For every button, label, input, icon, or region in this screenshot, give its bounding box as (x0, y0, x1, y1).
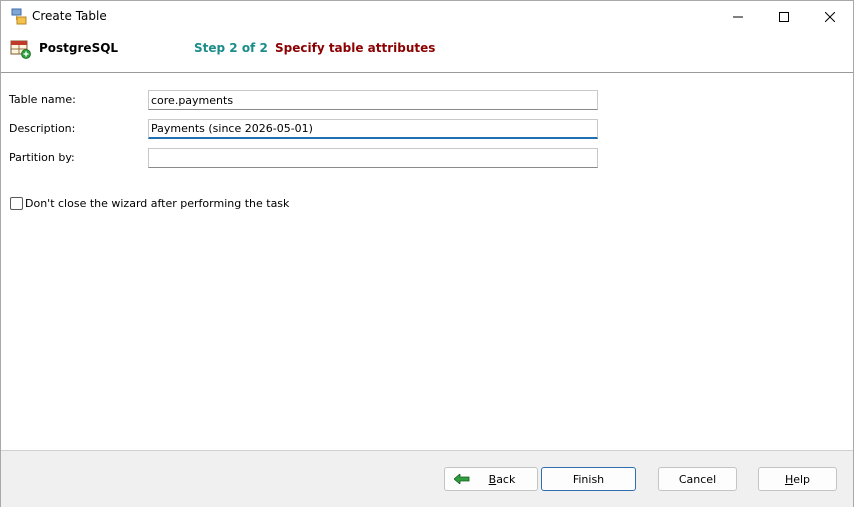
form-panel: Table name: Description: Partition by: D… (1, 73, 853, 450)
table-add-icon (10, 40, 31, 59)
step-title: Specify table attributes (275, 41, 436, 55)
step-indicator: Step 2 of 2 (194, 41, 268, 55)
create-table-app-icon (11, 8, 27, 25)
cancel-button[interactable]: Cancel (658, 467, 737, 491)
title-bar[interactable]: Create Table (1, 1, 853, 32)
finish-button-label: Finish (572, 472, 605, 486)
maximize-icon (779, 11, 789, 22)
keep-open-checkbox[interactable] (10, 197, 23, 210)
back-arrow-icon (454, 474, 470, 484)
table-name-input[interactable] (148, 90, 598, 110)
keep-open-option[interactable]: Don't close the wizard after performing … (10, 197, 289, 210)
partition-by-label: Partition by: (9, 151, 75, 164)
window-title: Create Table (32, 9, 107, 23)
help-button[interactable]: Help (758, 467, 837, 491)
keep-open-label[interactable]: Don't close the wizard after performing … (25, 197, 289, 210)
description-label: Description: (9, 122, 76, 135)
help-button-label: Help (784, 472, 811, 486)
minimize-icon (733, 16, 743, 17)
wizard-header: PostgreSQL Step 2 of 2 Specify table att… (1, 32, 853, 73)
close-button[interactable] (807, 1, 853, 32)
back-button-label: Back (488, 472, 516, 486)
partition-by-input[interactable] (148, 148, 598, 168)
maximize-button[interactable] (761, 1, 807, 32)
cancel-button-label: Cancel (678, 472, 717, 486)
create-table-window: Create Table PostgreSQL Step 2 of 2 Spec… (0, 0, 854, 507)
description-input[interactable] (148, 119, 598, 139)
table-name-label: Table name: (9, 93, 76, 106)
minimize-button[interactable] (715, 1, 761, 32)
back-button[interactable]: Back (444, 467, 538, 491)
close-icon (825, 11, 835, 22)
database-name: PostgreSQL (39, 41, 119, 55)
finish-button[interactable]: Finish (541, 467, 636, 491)
button-bar: Back Finish Cancel Help (1, 450, 853, 507)
